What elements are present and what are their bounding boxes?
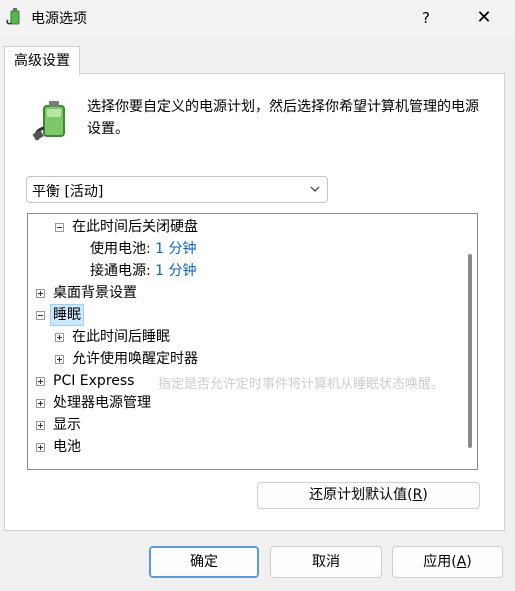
tree-item-label: 桌面背景设置 [53, 285, 137, 301]
tree-item-label: 接通电源: [90, 263, 151, 279]
collapse-icon[interactable] [36, 311, 45, 320]
settings-tree[interactable]: 在此时间后关闭硬盘 使用电池: 1 分钟 接通电源: 1 分钟 桌面背景设置 睡… [27, 213, 478, 470]
restore-label: 还原计划默认值( [309, 487, 413, 503]
tree-item-on-battery[interactable]: 使用电池: 1 分钟 [90, 239, 197, 259]
apply-accesskey: A [456, 554, 467, 570]
apply-label: 应用( [423, 554, 457, 570]
expand-icon[interactable] [36, 377, 45, 386]
cancel-button[interactable]: 取消 [270, 546, 382, 578]
battery-plug-icon [32, 101, 65, 141]
tooltip-ghost: 指定是否允许定时事件将计算机从睡眠状态唤醒。 [158, 377, 445, 392]
tree-item-label: 使用电池: [90, 241, 151, 257]
title-bar: 电源选项 ? ✕ [0, 0, 515, 36]
apply-button[interactable]: 应用(A) [392, 546, 503, 578]
expand-icon[interactable] [36, 443, 45, 452]
setting-value-link[interactable]: 1 分钟 [155, 241, 196, 257]
tree-item-plugged-in[interactable]: 接通电源: 1 分钟 [90, 261, 197, 281]
tree-item-label: 在此时间后睡眠 [72, 329, 170, 345]
power-plan-value: 平衡 [活动] [32, 184, 104, 200]
scrollbar-thumb[interactable] [468, 254, 472, 448]
expand-icon[interactable] [36, 289, 45, 298]
ok-button[interactable]: 确定 [149, 546, 259, 578]
tree-item-label: 允许使用唤醒定时器 [72, 351, 198, 367]
restore-defaults-button[interactable]: 还原计划默认值(R) [257, 482, 480, 509]
restore-accesskey: R [412, 487, 423, 503]
collapse-icon[interactable] [55, 223, 64, 232]
window-title: 电源选项 [31, 11, 87, 27]
tree-item-label: 显示 [53, 417, 81, 433]
apply-suffix: ) [466, 554, 472, 570]
tree-item-label: 电池 [53, 439, 81, 455]
expand-icon[interactable] [55, 355, 64, 364]
tree-item-label: 睡眠 [50, 304, 84, 326]
close-button[interactable]: ✕ [464, 4, 504, 32]
tab-advanced-settings[interactable]: 高级设置 [4, 46, 80, 75]
power-options-icon [6, 8, 20, 25]
restore-suffix: ) [422, 487, 428, 503]
expand-icon[interactable] [36, 421, 45, 430]
tree-item-label: 在此时间后关闭硬盘 [72, 219, 198, 235]
tree-item-label: PCI Express [53, 373, 135, 389]
chevron-down-icon [310, 186, 320, 192]
setting-value-link[interactable]: 1 分钟 [155, 263, 196, 279]
description-text: 选择你要自定义的电源计划，然后选择你希望计算机管理的电源设置。 [87, 99, 479, 137]
expand-icon[interactable] [55, 333, 64, 342]
tree-item-label: 处理器电源管理 [53, 395, 151, 411]
help-button[interactable]: ? [408, 4, 444, 32]
expand-icon[interactable] [36, 399, 45, 408]
power-plan-select[interactable]: 平衡 [活动] [26, 176, 328, 203]
